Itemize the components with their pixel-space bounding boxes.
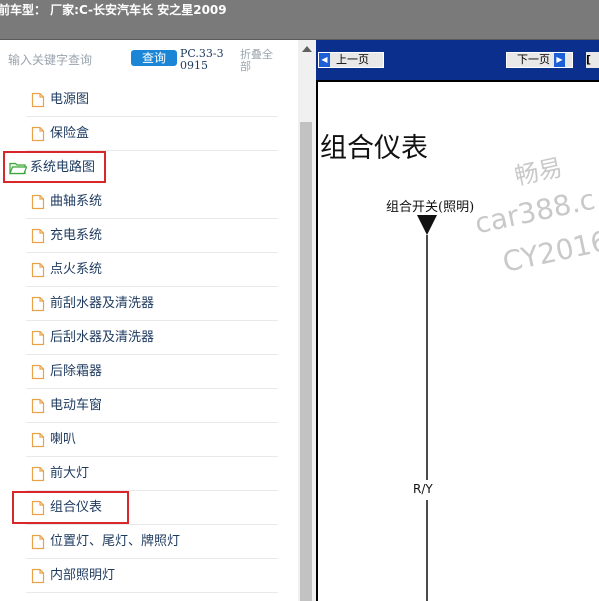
tree-item[interactable]: 电动车窗 [0, 389, 298, 423]
tree-item-label: 后除霜器 [50, 364, 103, 379]
document-icon [31, 330, 45, 346]
document-icon [31, 500, 45, 516]
tree-item-label: 前刮水器及清洗器 [50, 296, 155, 311]
tree-item[interactable]: 曲轴系统 [0, 185, 298, 219]
tree-item-label: 后刮水器及清洗器 [50, 330, 155, 345]
tree-item[interactable]: 充电系统 [0, 219, 298, 253]
tree-folder[interactable]: 系统电路图 [0, 151, 298, 185]
tree-item[interactable]: 位置灯、尾灯、牌照灯 [0, 525, 298, 559]
document-icon [31, 296, 45, 312]
tree-item[interactable]: 电源图 [0, 83, 298, 117]
tree-item-label: 组合仪表 [50, 500, 103, 515]
diagram-code: PC.33-30915 [180, 47, 224, 72]
tree-item-label: 前大灯 [50, 466, 90, 481]
tree-item-label: 喇叭 [50, 432, 77, 447]
sidebar-scrollbar[interactable] [298, 40, 316, 601]
tree-item-label: 内部照明灯 [50, 568, 116, 583]
wiring-diagram [417, 215, 437, 601]
tree-item-label: 保险盒 [50, 126, 90, 141]
search-input[interactable] [8, 51, 126, 69]
tree-item[interactable]: 点火系统 [0, 253, 298, 287]
tree-item[interactable]: 前大灯 [0, 457, 298, 491]
tree-item[interactable]: 后刮水器及清洗器 [0, 321, 298, 355]
document-icon [31, 432, 45, 448]
tree-item[interactable]: 喇叭 [0, 423, 298, 457]
document-icon [31, 568, 45, 584]
document-icon [31, 228, 45, 244]
search-row: 查询 PC.33-30915 折叠全部 [0, 40, 298, 82]
document-icon [31, 364, 45, 380]
tree-item[interactable]: 后除霜器 [0, 355, 298, 389]
document-icon [31, 126, 45, 142]
collapse-all-button[interactable]: 折叠全部 [240, 49, 282, 73]
diagram-viewer: ◀ 上一页 下一页 ▶ [ 畅易 car388.c CY2016 组合仪表 组合… [316, 40, 599, 601]
wire-color-label: R/Y [413, 482, 433, 496]
tree-item[interactable]: 保险盒 [0, 117, 298, 151]
title-bar: 前车型： 厂家:C-长安汽车长 安之星2009 [0, 0, 599, 40]
tree-item-label: 曲轴系统 [50, 194, 103, 209]
tree-item-label: 充电系统 [50, 228, 103, 243]
tree-item-label: 系统电路图 [30, 160, 96, 175]
sidebar: 查询 PC.33-30915 折叠全部 电源图保险盒系统电路图曲轴系统充电系统点… [0, 40, 298, 601]
document-icon [31, 262, 45, 278]
tree-item-label: 电动车窗 [50, 398, 103, 413]
scroll-thumb[interactable] [300, 122, 312, 601]
scroll-up-icon[interactable] [302, 46, 312, 52]
tree-item[interactable]: 内部照明灯 [0, 559, 298, 593]
tree-item[interactable]: 组合仪表 [0, 491, 298, 525]
folder-open-icon [9, 161, 28, 175]
vehicle-title: 前车型： 厂家:C-长安汽车长 安之星2009 [0, 3, 227, 17]
document-icon [31, 194, 45, 210]
document-icon [31, 398, 45, 414]
document-icon [31, 466, 45, 482]
tree-item-label: 电源图 [50, 92, 90, 107]
document-icon [31, 92, 45, 108]
connector-triangle [417, 215, 437, 235]
tree-item-label: 位置灯、尾灯、牌照灯 [50, 534, 181, 549]
tree-item-label: 点火系统 [50, 262, 103, 277]
tree-separator [26, 592, 278, 593]
tree-item[interactable]: 前刮水器及清洗器 [0, 287, 298, 321]
search-button[interactable]: 查询 [131, 50, 177, 66]
document-icon [31, 534, 45, 550]
